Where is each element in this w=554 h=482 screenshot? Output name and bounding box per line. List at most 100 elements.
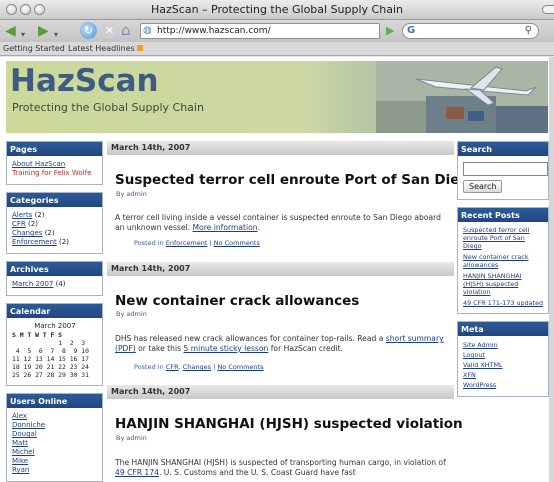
user-link[interactable]: Mike [12, 457, 28, 465]
bookmark-latest-headlines[interactable]: Latest Headlines [68, 44, 143, 53]
site-header: HazScan Protecting the Global Supply Cha… [6, 61, 548, 133]
post-date: March 14th, 2007 [107, 141, 454, 155]
post-body: DHS has released new crack allowances fo… [115, 334, 450, 354]
post-title-link[interactable]: HANJIN SHANGHAI (HJSH) suspected violati… [115, 416, 463, 432]
post-author: By admin [116, 310, 147, 318]
forward-arrow-icon[interactable]: ▶ [38, 23, 49, 39]
post-text: A terror cell living inside a vessel con… [115, 213, 441, 232]
post-body: The HANJIN SHANGHAI (HJSH) is suspected … [115, 458, 450, 478]
post-title-link[interactable]: New container crack allowances [115, 293, 359, 309]
site-tagline: Protecting the Global Supply Chain [12, 101, 204, 114]
search-engine-icon[interactable]: G [407, 25, 415, 36]
meta-link-xfn[interactable]: XFN [463, 371, 476, 379]
archives-heading: Archives [7, 262, 102, 276]
home-icon[interactable]: ⌂ [121, 21, 131, 39]
categories-heading: Categories [7, 193, 102, 207]
bookmark-getting-started[interactable]: Getting Started [3, 44, 65, 53]
meta-link-valid-xhtml[interactable]: Valid XHTML [463, 361, 503, 369]
recent-post-link[interactable]: HANJIN SHANGHAI (HJSH) suspected violati… [463, 272, 522, 296]
cfr-174-link[interactable]: 49 CFR 174 [115, 468, 159, 477]
users-online-heading: Users Online [7, 394, 102, 408]
category-link-alerts[interactable]: Alerts [12, 211, 32, 219]
category-link-cfr[interactable]: CFR [12, 220, 26, 228]
user-link[interactable]: Dougal [12, 430, 37, 438]
pages-widget: Pages About HazScan Training for Felix W… [6, 141, 103, 185]
calendar-month: March 2007 [34, 322, 76, 330]
user-link[interactable]: Alex [12, 412, 27, 420]
page-content: HazScan Protecting the Global Supply Cha… [0, 57, 549, 482]
calendar-week-row: 25 26 27 28 29 30 31 [12, 371, 89, 379]
post-category-link[interactable]: Enforcement [166, 239, 208, 247]
user-link[interactable]: Matt [12, 439, 28, 447]
search-widget: Search Search [457, 141, 549, 200]
back-menu-icon[interactable]: ▾ [21, 27, 25, 43]
posted-in-label: Posted in [134, 363, 164, 371]
archive-count: (4) [55, 280, 66, 288]
user-link[interactable]: Michel [12, 448, 35, 456]
user-link[interactable]: Donniche [12, 421, 45, 429]
category-count: (2) [28, 220, 38, 228]
header-photo-collage [376, 61, 548, 133]
search-icon[interactable]: ⚲ [525, 25, 532, 36]
calendar-heading: Calendar [7, 304, 102, 318]
reload-icon[interactable]: ↻ [80, 22, 97, 39]
post-date: March 14th, 2007 [107, 385, 454, 399]
meta-link-wordpress[interactable]: WordPress [463, 381, 496, 389]
left-sidebar: Pages About HazScan Training for Felix W… [6, 141, 103, 482]
forward-menu-icon[interactable]: ▾ [54, 27, 58, 43]
title-bar: HazScan – Protecting the Global Supply C… [0, 0, 554, 20]
search-button[interactable]: Search [463, 180, 503, 193]
search-heading: Search [458, 142, 548, 156]
blog-search-input[interactable] [463, 162, 548, 176]
post-text: . U. S. Customs and the U. S. Coast Guar… [158, 468, 356, 477]
calendar-week-row: 1 2 3 [12, 339, 86, 347]
back-arrow-icon[interactable]: ◀ [5, 23, 16, 39]
post-text: or take this [138, 344, 182, 353]
page-link-about[interactable]: About HazScan [12, 160, 65, 168]
calendar-week-row: 11 12 13 14 15 16 17 [12, 355, 89, 363]
right-sidebar: Search Search Recent Posts Suspected ter… [457, 141, 549, 404]
post-comments-link[interactable]: No Comments [214, 239, 260, 247]
calendar-week-row: 18 19 20 21 22 23 24 [12, 363, 89, 371]
sticky-lesson-link[interactable]: 5 minute sticky lesson [183, 344, 268, 353]
address-bar[interactable]: ◍ http://www.hazscan.com/ ≋ ▾ [140, 23, 503, 39]
meta-link-site-admin[interactable]: Site Admin [463, 341, 498, 349]
post-text: DHS has released new crack allowances fo… [115, 334, 384, 343]
post-comments-link[interactable]: No Comments [217, 363, 263, 371]
calendar-widget: Calendar March 2007 S M T W T F S 1 2 3 … [6, 303, 103, 386]
post-text: for HazScan credit. [270, 344, 343, 353]
archive-link-march-2007[interactable]: March 2007 [12, 280, 53, 288]
more-information-link[interactable]: More information [193, 223, 258, 232]
post-author: By admin [116, 190, 147, 198]
recent-post-link[interactable]: 49 CFR 171-173 updated [463, 299, 543, 307]
category-count: (2) [34, 211, 45, 219]
users-online-widget: Users Online Alex Donniche Dougal Matt M… [6, 393, 103, 482]
category-count: (2) [59, 238, 69, 246]
calendar-week-row: 4 5 6 7 8 9 10 [12, 347, 89, 355]
recent-post-link[interactable]: Suspected terror cell enroute Port of Sa… [463, 226, 529, 250]
live-bookmark-icon [136, 45, 143, 51]
post-category-link[interactable]: CFR [166, 363, 179, 371]
window-title: HazScan – Protecting the Global Supply C… [151, 3, 403, 16]
web-search-box[interactable]: G ⚲ [402, 23, 539, 39]
page-link-training[interactable]: Training for Felix Wolfe [12, 169, 91, 177]
vertical-scrollbar[interactable] [549, 57, 554, 482]
posted-in-label: Posted in [134, 239, 164, 247]
post-title-link[interactable]: Suspected terror cell enroute Port of Sa… [115, 172, 478, 188]
bookmark-latest-headlines-label: Latest Headlines [68, 44, 135, 53]
stop-icon[interactable]: ✕ [101, 22, 118, 39]
site-globe-icon: ◍ [143, 25, 152, 36]
go-arrow-icon[interactable]: ▶ [386, 24, 394, 37]
user-link[interactable]: Ryan [12, 466, 29, 474]
category-link-enforcement[interactable]: Enforcement [12, 238, 57, 246]
toolbar-toggle-button[interactable] [542, 5, 554, 14]
pages-heading: Pages [7, 142, 102, 156]
meta-link-logout[interactable]: Logout [463, 351, 485, 359]
recent-post-link[interactable]: New container crack allowances [463, 253, 529, 269]
site-name[interactable]: HazScan [10, 63, 159, 99]
post-category-link[interactable]: Changes [183, 363, 211, 371]
post-author: By admin [116, 434, 147, 442]
category-link-changes[interactable]: Changes [12, 229, 42, 237]
post-meta: Posted in Enforcement | No Comments [134, 239, 260, 247]
post-text: The HANJIN SHANGHAI (HJSH) is suspected … [115, 458, 446, 467]
